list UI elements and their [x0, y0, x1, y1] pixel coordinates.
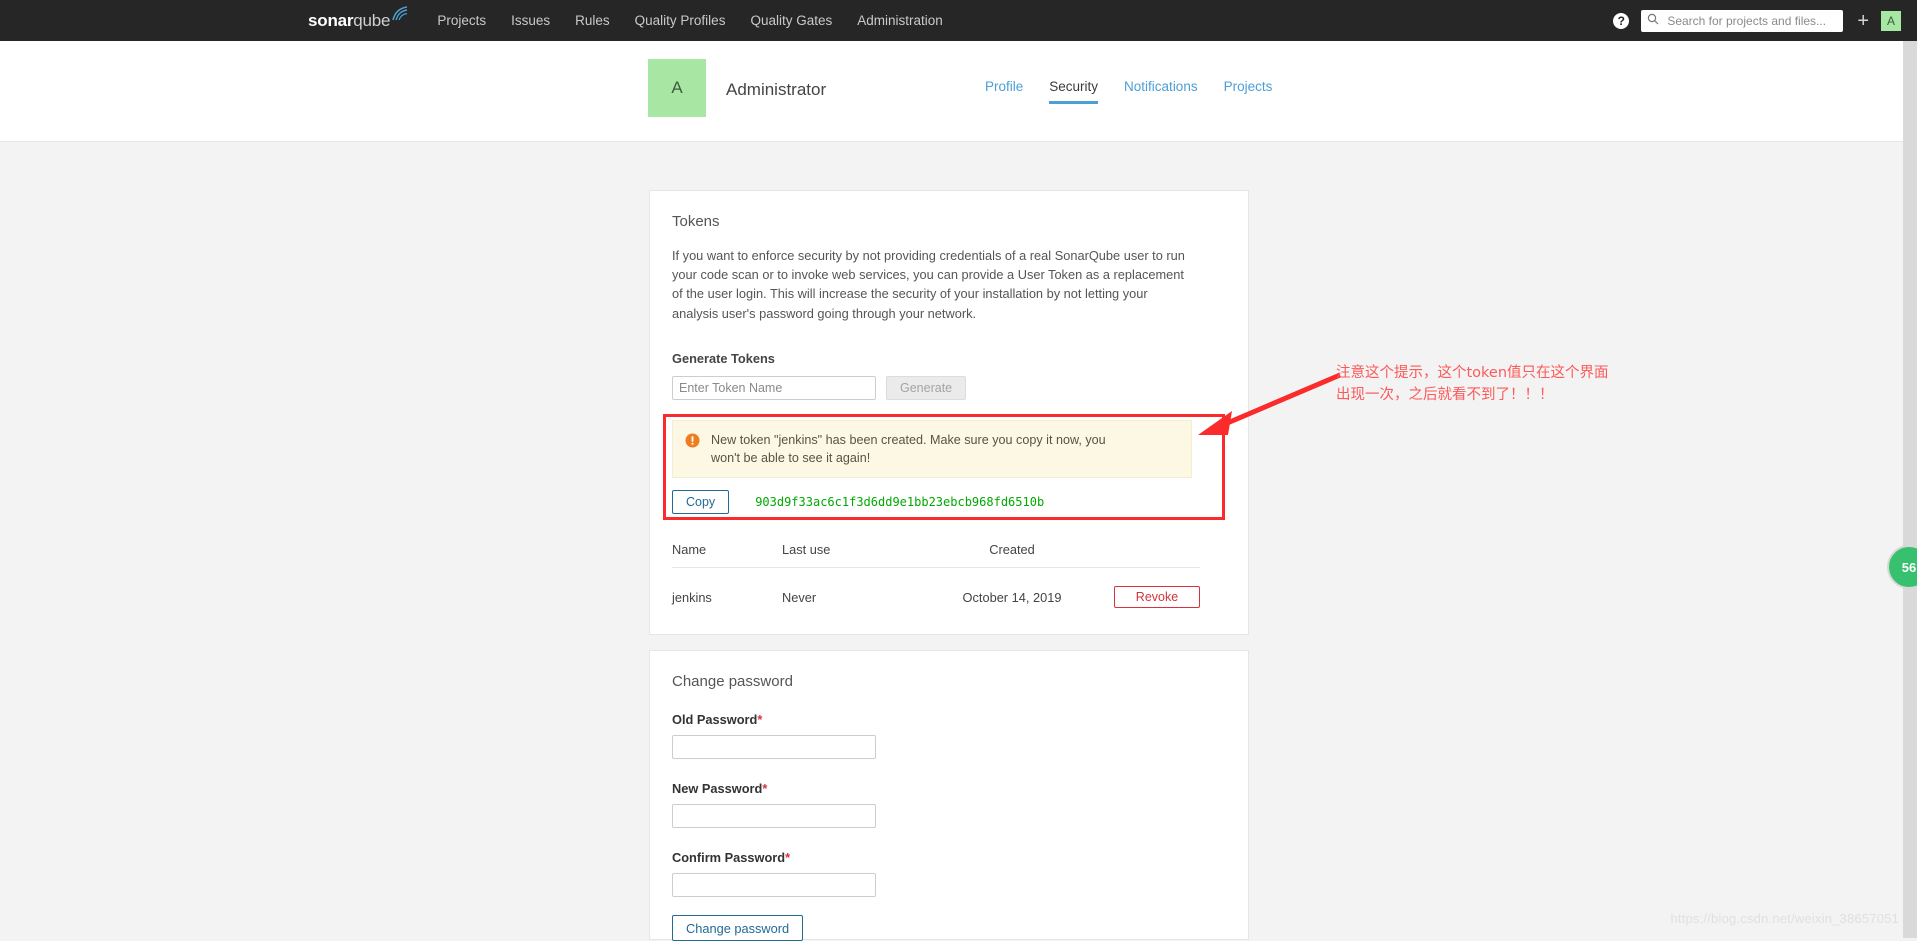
navbar-right-group: ? + A [1613, 0, 1917, 41]
generated-token-value: 903d9f33ac6c1f3d6dd9e1bb23ebcb968fd6510b [755, 495, 1045, 510]
generate-button[interactable]: Generate [886, 375, 967, 400]
generate-tokens-label: Generate Tokens [672, 350, 775, 366]
new-password-field[interactable] [672, 804, 876, 828]
change-password-title: Change password [672, 673, 793, 690]
required-mark: * [785, 850, 791, 865]
nav-item-projects[interactable]: Projects [437, 13, 486, 28]
profile-tabs: Profile Security Notifications Projects [985, 79, 1298, 104]
tokens-card-title: Tokens [672, 213, 720, 230]
logo-text-sonar: sonar [308, 11, 354, 30]
page-title: Administrator [726, 80, 827, 99]
logo-wave-icon [391, 6, 409, 25]
nav-item-quality-gates[interactable]: Quality Gates [750, 13, 832, 28]
new-password-label-text: New Password [672, 781, 763, 796]
search-icon [1647, 13, 1659, 28]
tab-projects[interactable]: Projects [1224, 79, 1273, 104]
token-name-input[interactable] [672, 375, 876, 400]
right-scroll-rail[interactable] [1903, 41, 1917, 938]
old-password-label: Old Password* [672, 712, 1248, 727]
annotation-text-line1: 注意这个提示，这个token值只在这个界面 [1336, 365, 1609, 381]
sonarqube-logo[interactable]: sonar qube [308, 6, 409, 31]
tokens-card: Tokens If you want to enforce security b… [649, 190, 1249, 635]
avatar: A [648, 59, 706, 117]
warning-exclamation-icon [673, 431, 711, 448]
profile-header: A Administrator Profile Security Notific… [0, 41, 1917, 142]
required-mark: * [757, 712, 763, 727]
confirm-password-field[interactable] [672, 873, 876, 897]
tokens-table: Name Last use Created jenkins Never Octo… [672, 542, 1200, 609]
tokens-card-description: If you want to enforce security by not p… [672, 248, 1185, 321]
logo-text-qube: qube [353, 11, 391, 30]
change-password-button[interactable]: Change password [672, 915, 804, 941]
confirm-password-label: Confirm Password* [672, 850, 1248, 865]
nav-item-administration[interactable]: Administration [857, 13, 943, 28]
cell-actions: Revoke [1092, 568, 1200, 609]
column-header-created: Created [932, 542, 1092, 569]
confirm-password-label-text: Confirm Password [672, 850, 786, 865]
token-copy-row: Copy 903d9f33ac6c1f3d6dd9e1bb23ebcb968fd… [672, 490, 1248, 515]
table-row: jenkins Never October 14, 2019 Revoke [672, 568, 1200, 609]
nav-item-rules[interactable]: Rules [575, 13, 610, 28]
generate-token-row: Generate [672, 375, 1248, 400]
add-new-button[interactable]: + [1857, 11, 1869, 31]
tab-security[interactable]: Security [1049, 79, 1099, 104]
navbar-avatar[interactable]: A [1881, 10, 1901, 31]
cell-last-use: Never [782, 589, 817, 605]
annotation-text-line2: 出现一次，之后就看不到了！！！ [1336, 386, 1554, 403]
floating-count-badge[interactable]: 56 [1887, 545, 1917, 589]
cell-created: October 14, 2019 [962, 589, 1062, 605]
change-password-card: Change password Old Password* New Passwo… [649, 650, 1249, 941]
copy-button[interactable]: Copy [672, 490, 730, 515]
top-navbar: sonar qube Projects Issues Rules Quality … [0, 0, 1917, 41]
question-mark-icon[interactable]: ? [1613, 12, 1630, 29]
table-header-row: Name Last use Created [672, 542, 1200, 569]
tab-notifications[interactable]: Notifications [1124, 79, 1198, 104]
column-header-name: Name [672, 542, 782, 569]
cell-token-name: jenkins [672, 589, 712, 605]
new-token-alert-text: New token "jenkins" has been created. Ma… [711, 432, 1106, 465]
global-search-box[interactable] [1641, 9, 1844, 32]
old-password-label-text: Old Password [672, 712, 758, 727]
annotation-text: 注意这个提示，这个token值只在这个界面 出现一次，之后就看不到了！！！ [1336, 363, 1666, 407]
revoke-button[interactable]: Revoke [1114, 586, 1200, 609]
tab-profile[interactable]: Profile [985, 79, 1023, 104]
column-header-last-use: Last use [782, 542, 932, 569]
new-token-alert: New token "jenkins" has been created. Ma… [672, 419, 1192, 479]
required-mark: * [762, 781, 768, 796]
column-header-actions [1092, 542, 1200, 569]
new-password-label: New Password* [672, 781, 1248, 796]
nav-item-quality-profiles[interactable]: Quality Profiles [635, 13, 726, 28]
old-password-field[interactable] [672, 735, 876, 759]
nav-item-issues[interactable]: Issues [511, 13, 550, 28]
navbar-left-group: sonar qube Projects Issues Rules Quality … [308, 6, 968, 31]
search-input[interactable] [1665, 12, 1838, 29]
watermark: https://blog.csdn.net/weixin_38657051 [1670, 911, 1899, 926]
